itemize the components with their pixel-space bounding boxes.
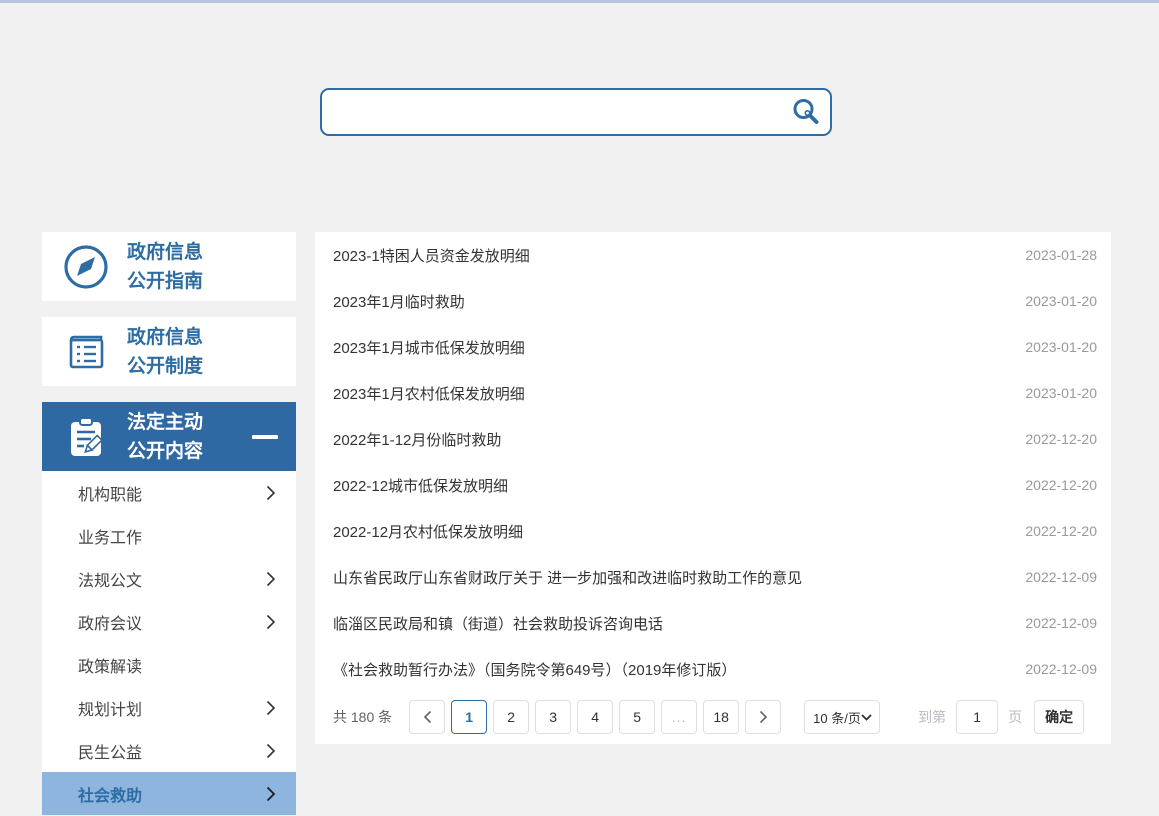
sidebar-item-zhengcejiedu[interactable]: 政策解读: [42, 643, 296, 686]
sidebar-item-jigouzhineng[interactable]: 机构职能: [42, 471, 296, 514]
article-date: 2022-12-09: [1025, 569, 1097, 585]
article-link[interactable]: 2022年1-12月份临时救助: [333, 429, 501, 450]
pagination-page-4[interactable]: 4: [577, 700, 613, 734]
search-magnifier-icon: [791, 97, 821, 127]
caret-down-icon: [861, 714, 872, 721]
sidebar-item-guihuajihua[interactable]: 规划计划: [42, 686, 296, 729]
sidebar-card-statutory-disclosure[interactable]: 法定主动 公开内容: [42, 402, 296, 471]
article-list-panel: 2023-1特困人员资金发放明细 2023-01-28 2023年1月临时救助 …: [315, 232, 1111, 744]
article-date: 2022-12-09: [1025, 615, 1097, 631]
article-date: 2023-01-28: [1025, 247, 1097, 263]
sidebar-item-label: 业务工作: [78, 524, 142, 548]
sidebar-item-label: 政策解读: [78, 653, 142, 677]
article-link[interactable]: 山东省民政厅山东省财政厅关于 进一步加强和改进临时救助工作的意见: [333, 567, 802, 588]
chevron-right-icon: [266, 571, 276, 587]
sidebar-card-label: 政府信息 公开制度: [127, 323, 203, 381]
goto-page-input[interactable]: [956, 700, 998, 734]
chevron-right-icon: [266, 786, 276, 802]
pagination-prev-button[interactable]: [409, 700, 445, 734]
sidebar-item-shehuijiuzhu[interactable]: 社会救助: [42, 772, 296, 815]
goto-prefix-label: 到第: [918, 707, 946, 727]
sidebar-item-faguigongwen[interactable]: 法规公文: [42, 557, 296, 600]
article-link[interactable]: 2023年1月城市低保发放明细: [333, 337, 525, 358]
article-date: 2022-12-09: [1025, 661, 1097, 677]
article-date: 2023-01-20: [1025, 293, 1097, 309]
list-item: 《社会救助暂行办法》（国务院令第649号）（2019年修订版） 2022-12-…: [333, 646, 1097, 692]
pagination-page-1[interactable]: 1: [451, 700, 487, 734]
sidebar-item-label: 民生公益: [78, 739, 142, 763]
sidebar-card-label: 法定主动 公开内容: [127, 408, 203, 466]
list-item: 2022-12城市低保发放明细 2022-12-20: [333, 462, 1097, 508]
goto-confirm-button[interactable]: 确定: [1034, 700, 1084, 734]
sidebar-card-public-info-system[interactable]: 政府信息 公开制度: [42, 317, 296, 386]
list-item: 2023年1月城市低保发放明细 2023-01-20: [333, 324, 1097, 370]
list-item: 临淄区民政局和镇（街道）社会救助投诉咨询电话 2022-12-09: [333, 600, 1097, 646]
article-link[interactable]: 2022-12月农村低保发放明细: [333, 521, 523, 542]
article-date: 2023-01-20: [1025, 339, 1097, 355]
list-item: 山东省民政厅山东省财政厅关于 进一步加强和改进临时救助工作的意见 2022-12…: [333, 554, 1097, 600]
search-box: [320, 88, 832, 136]
article-link[interactable]: 《社会救助暂行办法》（国务院令第649号）（2019年修订版）: [333, 659, 736, 680]
goto-page-group: 到第 页 确定: [918, 700, 1084, 734]
page-top-accent-line: [0, 0, 1159, 3]
sidebar-item-yewugongzuo[interactable]: 业务工作: [42, 514, 296, 557]
sidebar-item-label: 政府会议: [78, 610, 142, 634]
article-link[interactable]: 临淄区民政局和镇（街道）社会救助投诉咨询电话: [333, 613, 663, 634]
sidebar-submenu: 机构职能 业务工作 法规公文 政府会议 政策解读 规划计划 民生公益 社会救助: [42, 471, 296, 815]
pagination-page-3[interactable]: 3: [535, 700, 571, 734]
pagination-next-button[interactable]: [745, 700, 781, 734]
pagination-ellipsis[interactable]: ...: [661, 700, 697, 734]
pagination-page-5[interactable]: 5: [619, 700, 655, 734]
pagination-bar: 共 180 条 1 2 3 4 5 ... 18 10 条/页 到第 页 确定: [333, 700, 1097, 734]
article-link[interactable]: 2023年1月临时救助: [333, 291, 465, 312]
sidebar-item-label: 社会救助: [78, 782, 142, 806]
chevron-right-icon: [759, 710, 768, 724]
article-date: 2022-12-20: [1025, 523, 1097, 539]
notebook-icon: [62, 328, 110, 376]
chevron-left-icon: [423, 710, 432, 724]
chevron-right-icon: [266, 700, 276, 716]
sidebar-card-public-info-guide[interactable]: 政府信息 公开指南: [42, 232, 296, 301]
article-date: 2023-01-20: [1025, 385, 1097, 401]
chevron-right-icon: [266, 743, 276, 759]
sidebar-item-minshenggongyi[interactable]: 民生公益: [42, 729, 296, 772]
search-input[interactable]: [322, 90, 782, 134]
chevron-right-icon: [266, 614, 276, 630]
page-size-value: 10 条/页: [813, 708, 861, 727]
list-item: 2022-12月农村低保发放明细 2022-12-20: [333, 508, 1097, 554]
sidebar-item-label: 规划计划: [78, 696, 142, 720]
minus-icon: [252, 435, 278, 439]
pagination-page-18[interactable]: 18: [703, 700, 739, 734]
sidebar: 政府信息 公开指南 政府信息 公开制度: [42, 232, 296, 815]
article-date: 2022-12-20: [1025, 431, 1097, 447]
list-item: 2022年1-12月份临时救助 2022-12-20: [333, 416, 1097, 462]
article-link[interactable]: 2022-12城市低保发放明细: [333, 475, 508, 496]
list-item: 2023年1月农村低保发放明细 2023-01-20: [333, 370, 1097, 416]
search-button[interactable]: [782, 90, 830, 134]
sidebar-item-label: 机构职能: [78, 481, 142, 505]
chevron-right-icon: [266, 485, 276, 501]
page-size-select[interactable]: 10 条/页: [804, 700, 880, 734]
list-item: 2023年1月临时救助 2023-01-20: [333, 278, 1097, 324]
sidebar-item-label: 法规公文: [78, 567, 142, 591]
goto-suffix-label: 页: [1008, 707, 1022, 727]
sidebar-card-label: 政府信息 公开指南: [127, 238, 203, 296]
article-link[interactable]: 2023年1月农村低保发放明细: [333, 383, 525, 404]
clipboard-pencil-icon: [62, 413, 110, 461]
pagination-page-2[interactable]: 2: [493, 700, 529, 734]
article-date: 2022-12-20: [1025, 477, 1097, 493]
compass-icon: [62, 243, 110, 291]
sidebar-item-zhengfuhuiyi[interactable]: 政府会议: [42, 600, 296, 643]
pagination-total: 共 180 条: [333, 707, 392, 727]
article-link[interactable]: 2023-1特困人员资金发放明细: [333, 245, 530, 266]
list-item: 2023-1特困人员资金发放明细 2023-01-28: [333, 232, 1097, 278]
